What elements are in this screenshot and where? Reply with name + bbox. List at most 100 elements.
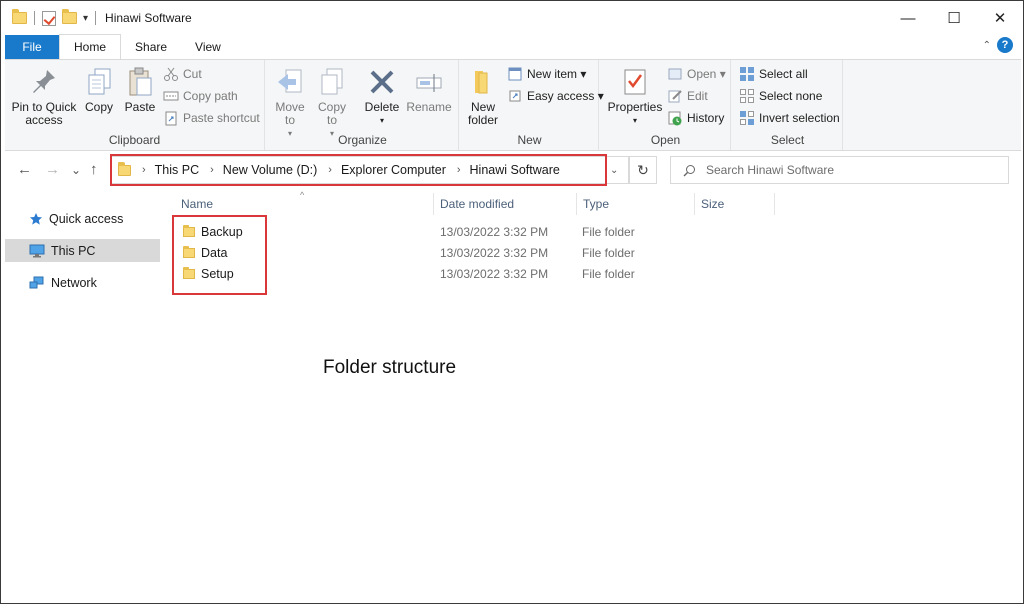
tab-view[interactable]: View bbox=[181, 35, 235, 59]
address-history-chevron-icon[interactable]: ⌄ bbox=[610, 165, 618, 176]
easy-access-label: Easy access ▾ bbox=[527, 89, 604, 103]
pin-icon bbox=[28, 66, 60, 98]
chevron-down-icon: ▾ bbox=[379, 116, 384, 125]
refresh-button[interactable]: ↻ bbox=[629, 156, 657, 184]
sidebar-item-quick-access[interactable]: Quick access bbox=[5, 207, 160, 230]
open-button[interactable]: Open ▾ bbox=[667, 66, 726, 82]
column-header-date-modified[interactable]: Date modified bbox=[440, 197, 514, 211]
close-button[interactable]: ✕ bbox=[977, 1, 1023, 35]
tab-share[interactable]: Share bbox=[121, 35, 181, 59]
breadcrumb-hinawi-software[interactable]: Hinawi Software bbox=[470, 163, 560, 177]
date-modified-cell: 13/03/2022 3:32 PM bbox=[440, 246, 549, 260]
table-row[interactable]: Backup 13/03/2022 3:32 PM File folder bbox=[171, 222, 871, 243]
folder-structure-caption: Folder structure bbox=[323, 357, 457, 378]
forward-arrow-icon[interactable]: → bbox=[45, 161, 60, 178]
select-group-label: Select bbox=[770, 133, 805, 147]
folder-icon bbox=[12, 9, 27, 24]
new-folder-icon[interactable] bbox=[62, 9, 77, 24]
tab-home[interactable]: Home bbox=[59, 34, 122, 59]
quick-access-toolbar: ▾ bbox=[1, 1, 97, 35]
new-folder-button[interactable]: New folder bbox=[463, 66, 503, 127]
copy-to-button[interactable]: Copy to ▾ bbox=[315, 66, 349, 140]
history-label: History bbox=[687, 111, 725, 125]
easy-access-button[interactable]: Easy access ▾ bbox=[507, 88, 604, 104]
help-area: ⌃ ? bbox=[983, 37, 1013, 53]
breadcrumb-separator[interactable]: › bbox=[457, 164, 461, 176]
properties-check-icon[interactable] bbox=[42, 10, 56, 26]
folder-icon bbox=[183, 267, 195, 279]
column-divider[interactable] bbox=[694, 193, 695, 215]
table-row[interactable]: Data 13/03/2022 3:32 PM File folder bbox=[171, 243, 871, 264]
explorer-window: ▾ Hinawi Software — ☐ ✕ File Home Share … bbox=[0, 0, 1024, 604]
copy-button[interactable]: Copy bbox=[81, 66, 117, 114]
select-none-button[interactable]: Select none bbox=[739, 88, 822, 104]
search-icon bbox=[683, 164, 695, 176]
help-icon[interactable]: ? bbox=[997, 37, 1013, 53]
invert-selection-button[interactable]: Invert selection bbox=[739, 110, 840, 126]
copy-label: Copy bbox=[84, 100, 113, 114]
cut-button[interactable]: Cut bbox=[163, 66, 202, 82]
back-arrow-icon[interactable]: ← bbox=[17, 161, 32, 178]
new-group: New folder New item ▾ Easy access ▾ New bbox=[461, 60, 604, 150]
paste-button[interactable]: Paste bbox=[121, 66, 159, 114]
maximize-button[interactable]: ☐ bbox=[931, 1, 977, 35]
file-name-cell: Data bbox=[183, 246, 227, 260]
table-row[interactable]: Setup 13/03/2022 3:32 PM File folder bbox=[171, 264, 871, 285]
paste-shortcut-label: Paste shortcut bbox=[183, 111, 260, 125]
tab-file[interactable]: File bbox=[5, 35, 59, 59]
cut-label: Cut bbox=[183, 67, 202, 81]
type-cell: File folder bbox=[582, 246, 635, 260]
breadcrumb-separator[interactable]: › bbox=[210, 164, 214, 176]
paste-icon bbox=[124, 66, 156, 98]
new-item-button[interactable]: New item ▾ bbox=[507, 66, 586, 82]
delete-button[interactable]: Delete ▾ bbox=[363, 66, 401, 127]
edit-button[interactable]: Edit bbox=[667, 88, 708, 104]
minimize-ribbon-chevron-icon[interactable]: ⌃ bbox=[983, 40, 991, 51]
edit-label: Edit bbox=[687, 89, 708, 103]
navigation-bar: ← → ⌄ ↑ › This PC › New Volume (D:) › Ex… bbox=[1, 151, 1023, 189]
column-header-name[interactable]: Name bbox=[181, 197, 213, 211]
paste-label: Paste bbox=[124, 100, 156, 114]
delete-label: Delete bbox=[364, 100, 400, 114]
column-divider[interactable] bbox=[576, 193, 577, 215]
organize-group-label: Organize bbox=[338, 133, 387, 147]
sidebar-item-this-pc[interactable]: This PC bbox=[5, 239, 160, 262]
column-header-type[interactable]: Type bbox=[583, 197, 609, 211]
separator bbox=[95, 11, 97, 25]
move-to-icon bbox=[274, 66, 306, 98]
address-bar[interactable]: › This PC › New Volume (D:) › Explorer C… bbox=[111, 156, 629, 184]
select-group: Select all Select none Invert selection … bbox=[733, 60, 843, 150]
recent-locations-chevron-icon[interactable]: ⌄ bbox=[71, 163, 81, 177]
clipboard-group: Pin to Quick access Copy Paste Cut Copy … bbox=[5, 60, 265, 150]
history-button[interactable]: History bbox=[667, 110, 724, 126]
folder-icon bbox=[118, 161, 131, 176]
column-divider[interactable] bbox=[774, 193, 775, 215]
up-arrow-icon[interactable]: ↑ bbox=[90, 161, 98, 178]
breadcrumb-new-volume[interactable]: New Volume (D:) bbox=[223, 163, 317, 177]
rename-button[interactable]: Rename bbox=[406, 66, 452, 114]
type-cell: File folder bbox=[582, 267, 635, 281]
paste-shortcut-button[interactable]: Paste shortcut bbox=[163, 110, 260, 126]
column-header-size[interactable]: Size bbox=[701, 197, 724, 211]
select-all-button[interactable]: Select all bbox=[739, 66, 808, 82]
properties-button[interactable]: Properties ▾ bbox=[607, 66, 663, 127]
file-name: Backup bbox=[201, 225, 243, 239]
move-to-button[interactable]: Move to ▾ bbox=[273, 66, 307, 140]
select-none-label: Select none bbox=[759, 89, 823, 103]
breadcrumb-this-pc[interactable]: This PC bbox=[155, 163, 199, 177]
copy-path-icon bbox=[163, 88, 179, 104]
clipboard-group-label: Clipboard bbox=[108, 133, 161, 147]
customize-qat-dropdown[interactable]: ▾ bbox=[83, 13, 88, 24]
column-divider[interactable] bbox=[433, 193, 434, 215]
pin-to-quick-access-button[interactable]: Pin to Quick access bbox=[9, 66, 79, 127]
sidebar-item-network[interactable]: Network bbox=[5, 271, 160, 294]
breadcrumb-separator[interactable]: › bbox=[328, 164, 332, 176]
copy-to-icon bbox=[316, 66, 348, 98]
copy-path-button[interactable]: Copy path bbox=[163, 88, 238, 104]
minimize-button[interactable]: — bbox=[885, 1, 931, 35]
breadcrumb-explorer-computer[interactable]: Explorer Computer bbox=[341, 163, 446, 177]
ribbon: Pin to Quick access Copy Paste Cut Copy … bbox=[5, 59, 1021, 151]
network-icon bbox=[29, 276, 44, 288]
search-input[interactable]: Search Hinawi Software bbox=[670, 156, 1009, 184]
chevron-down-icon: ▾ bbox=[632, 116, 637, 125]
